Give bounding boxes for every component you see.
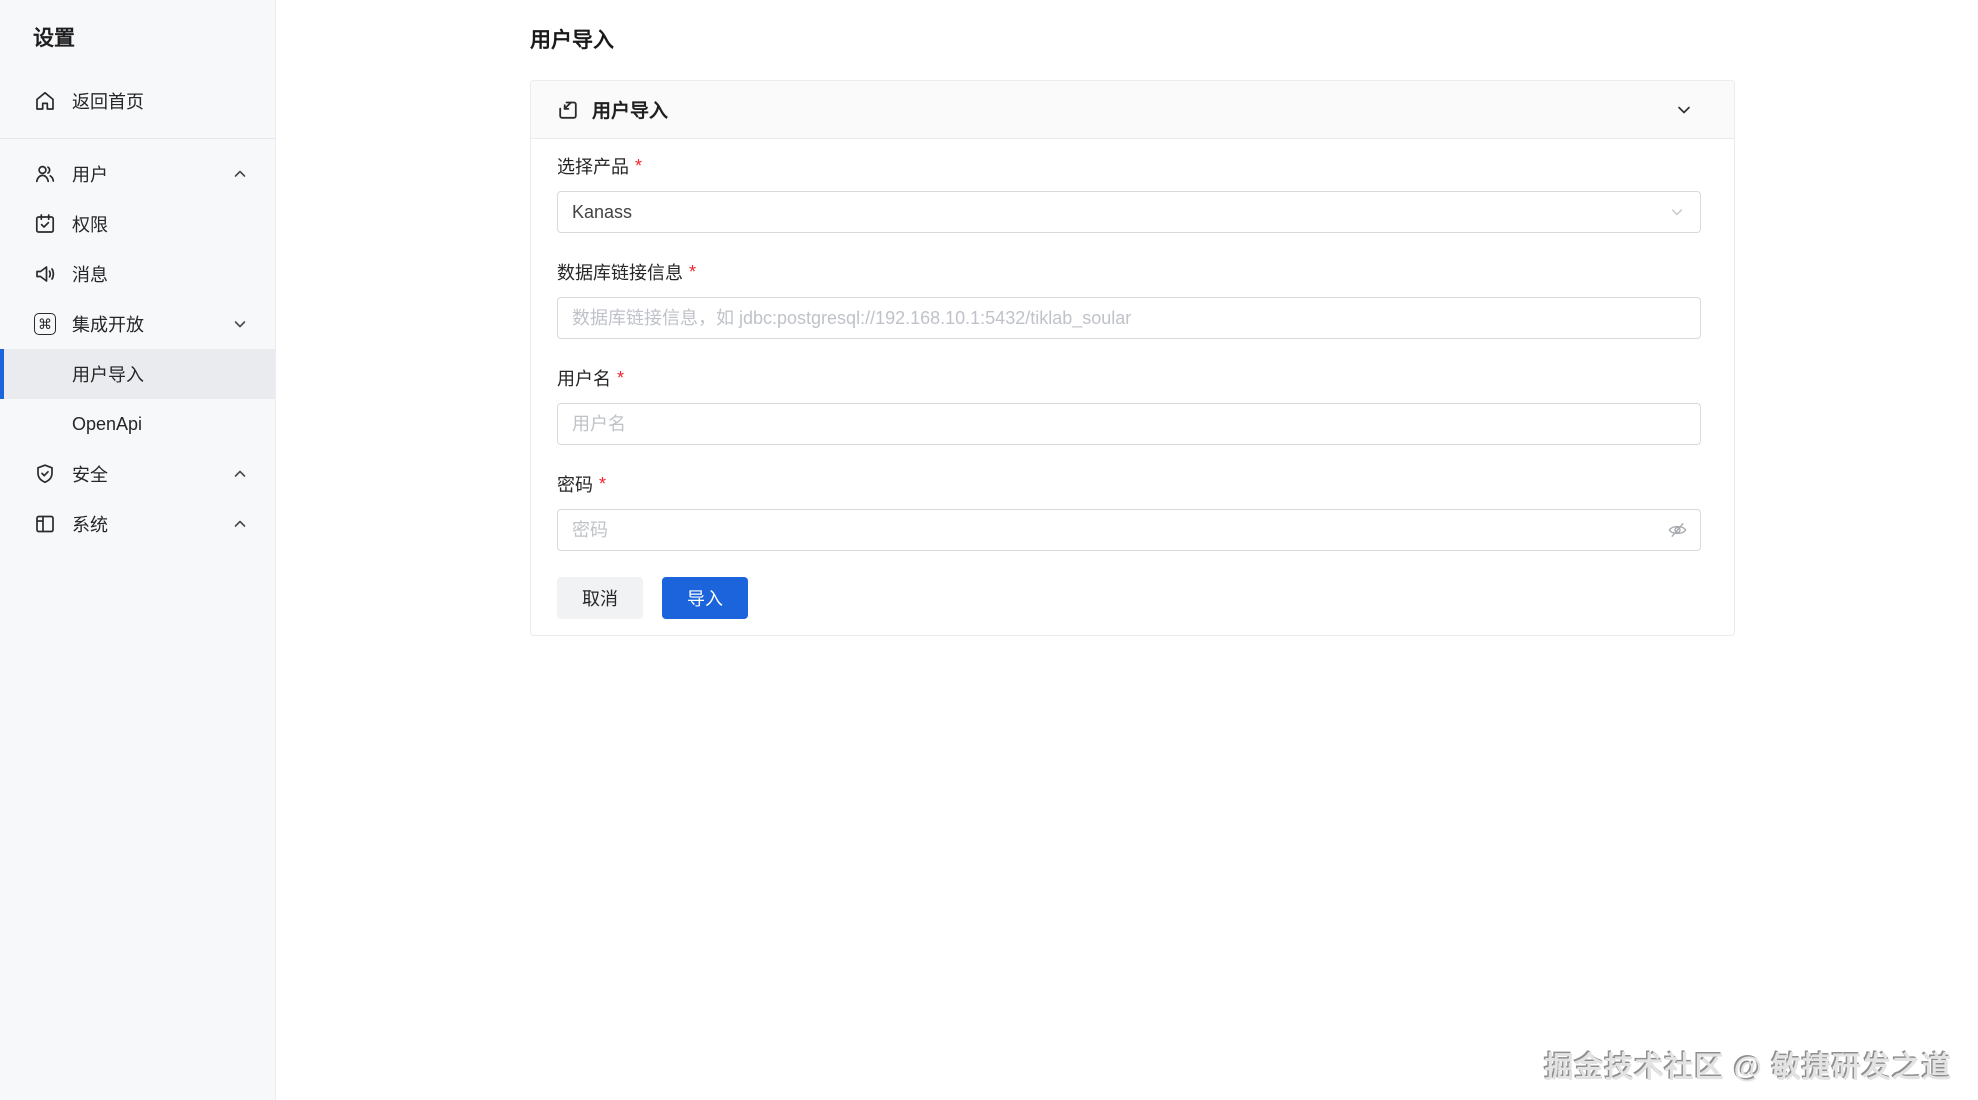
integration-icon: ⌘ [33,312,57,336]
page-title: 用户导入 [530,24,1978,54]
username-label: 用户名 * [557,365,1701,391]
sidebar-item-label: 权限 [72,211,108,237]
sidebar-title: 设置 [0,16,275,76]
security-icon [33,462,57,486]
cancel-button[interactable]: 取消 [557,577,643,619]
sidebar-item-system[interactable]: 系统 [0,499,275,549]
sidebar-item-users[interactable]: 用户 [0,149,275,199]
password-label: 密码 * [557,471,1701,497]
field-product: 选择产品 * Kanass [557,153,1701,233]
card-body: 选择产品 * Kanass 数据库链接信息 * [531,139,1734,635]
message-icon [33,262,57,286]
sidebar-item-label: 用户 [72,161,108,187]
chevron-down-icon [231,315,249,333]
product-select-value: Kanass [572,202,632,223]
sidebar-item-openapi[interactable]: OpenApi [0,399,275,449]
sidebar-item-label: 返回首页 [72,88,144,114]
users-icon [33,162,57,186]
main-content: 用户导入 用户导入 选择产品 [276,0,1978,1100]
sidebar-item-label: 用户导入 [72,361,144,387]
import-button[interactable]: 导入 [662,577,748,619]
sidebar-item-label: 安全 [72,461,108,487]
sidebar-item-permissions[interactable]: 权限 [0,199,275,249]
sidebar-item-security[interactable]: 安全 [0,449,275,499]
sidebar-item-label: 消息 [72,261,108,287]
chevron-up-icon [231,165,249,183]
user-import-card: 用户导入 选择产品 * Kanass [530,80,1735,636]
sidebar-divider [0,138,275,139]
field-database: 数据库链接信息 * [557,259,1701,339]
permission-icon [33,212,57,236]
sidebar-item-label: 系统 [72,511,108,537]
username-input[interactable] [557,403,1701,445]
database-label: 数据库链接信息 * [557,259,1701,285]
sidebar: 设置 返回首页 用户 [0,0,276,1100]
collapse-chevron-down-icon[interactable] [1674,100,1694,120]
database-url-input[interactable] [557,297,1701,339]
home-icon [33,89,57,113]
field-password: 密码 * [557,471,1701,551]
form-actions: 取消 导入 [557,577,1701,619]
sidebar-item-messages[interactable]: 消息 [0,249,275,299]
password-input[interactable] [557,509,1701,551]
required-asterisk: * [635,156,642,177]
sidebar-item-user-import[interactable]: 用户导入 [0,349,275,399]
field-username: 用户名 * [557,365,1701,445]
watermark: 掘金技术社区 @ 敏捷研发之道 [1545,1044,1952,1086]
sidebar-item-label: 集成开放 [72,311,144,337]
sidebar-item-home[interactable]: 返回首页 [0,76,275,126]
app-window: 设置 返回首页 用户 [0,0,1978,1100]
product-select[interactable]: Kanass [557,191,1701,233]
select-chevron-down-icon [1668,203,1686,221]
required-asterisk: * [689,262,696,283]
required-asterisk: * [599,474,606,495]
card-header: 用户导入 [531,81,1734,139]
sidebar-item-label: OpenApi [72,414,142,435]
system-icon [33,512,57,536]
required-asterisk: * [617,368,624,389]
chevron-up-icon [231,465,249,483]
eye-invisible-icon[interactable] [1667,520,1688,541]
product-label: 选择产品 * [557,153,1701,179]
import-icon [557,99,579,121]
chevron-up-icon [231,515,249,533]
card-title: 用户导入 [592,96,668,123]
sidebar-item-integration[interactable]: ⌘ 集成开放 [0,299,275,349]
